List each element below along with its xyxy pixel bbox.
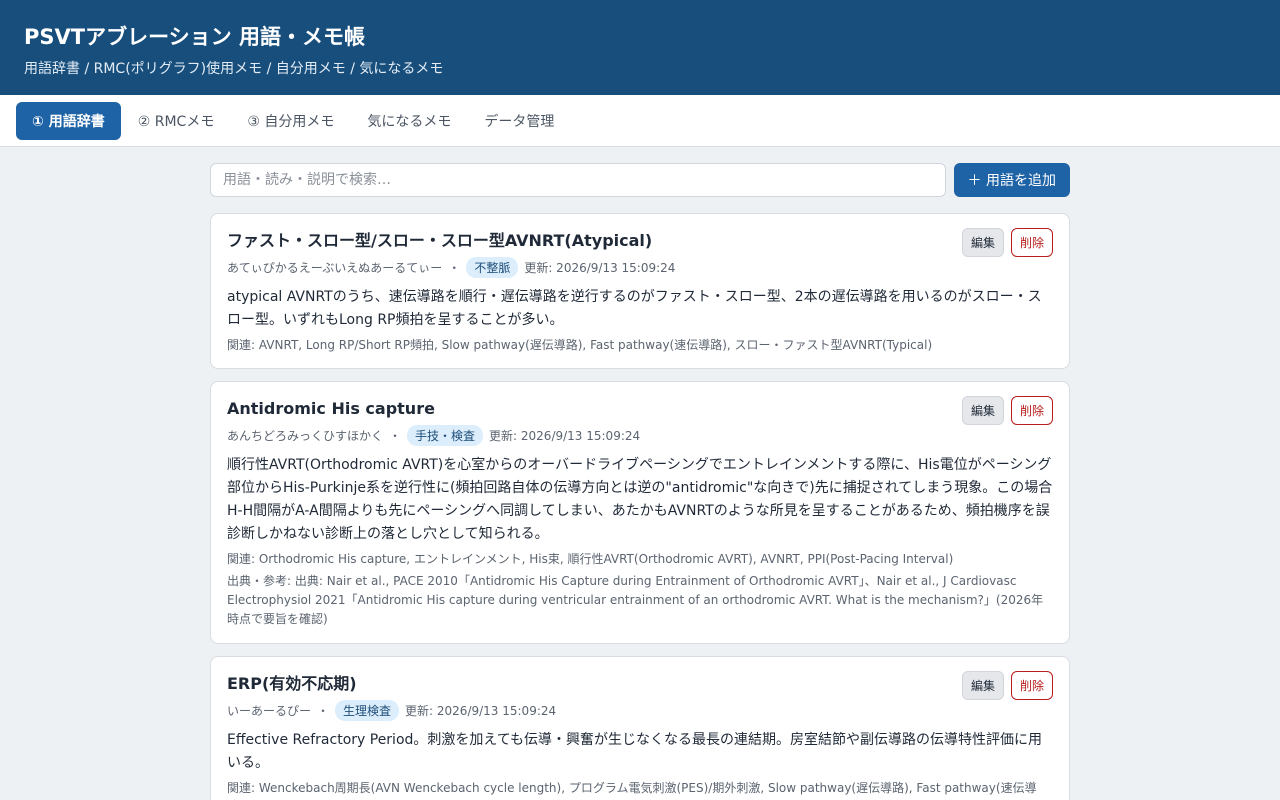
- term-reading: いーあーるぴー: [227, 703, 312, 718]
- app-title: PSVTアブレーション 用語・メモ帳: [24, 25, 365, 49]
- edit-button[interactable]: 編集: [961, 671, 1004, 700]
- term-meta: いーあーるぴー ・ 生理検査 更新: 2026/9/13 15:09:24: [227, 699, 1053, 721]
- app-subtitle: 用語辞書 / RMC(ポリグラフ)使用メモ / 自分用メモ / 気になるメモ: [24, 61, 444, 77]
- term-meta: あんちどろみっくひすほかく ・ 手技・検査 更新: 2026/9/13 15:0…: [227, 424, 1053, 446]
- term-reading: あてぃぴかるえーぶいえぬあーるてぃー: [227, 260, 443, 275]
- tab-data-management[interactable]: データ管理: [468, 102, 570, 140]
- card-actions: 編集 削除: [961, 228, 1053, 257]
- updated-timestamp: 更新: 2026/9/13 15:09:24: [524, 260, 676, 275]
- term-reading: あんちどろみっくひすほかく: [227, 428, 384, 443]
- delete-button[interactable]: 削除: [1010, 671, 1053, 700]
- meta-separator: ・: [389, 428, 402, 443]
- category-badge: 生理検査: [335, 699, 400, 721]
- main-content: ＋ 用語を追加 編集 削除 ファスト・スロー型/スロー・スロー型AVNRT(At…: [210, 163, 1070, 800]
- tab-personal-memo[interactable]: ③ 自分用メモ: [231, 102, 350, 140]
- term-source: 出典・参考: 出典: Nair et al., PACE 2010「Antidr…: [227, 574, 1044, 626]
- category-badge: 不整脈: [466, 256, 519, 278]
- term-related: 関連: Orthodromic His capture, エントレインメント, …: [227, 552, 954, 566]
- card-actions: 編集 削除: [961, 671, 1053, 700]
- term-related: 関連: Wenckebach周期長(AVN Wenckebach cycle l…: [227, 781, 1037, 800]
- tab-bar: ① 用語辞書 ② RMCメモ ③ 自分用メモ 気になるメモ データ管理: [0, 95, 1280, 147]
- term-description: 順行性AVRT(Orthodromic AVRT)を心室からのオーバードライブペ…: [227, 457, 1053, 542]
- search-row: ＋ 用語を追加: [210, 163, 1070, 197]
- app-header: PSVTアブレーション 用語・メモ帳 用語辞書 / RMC(ポリグラフ)使用メモ…: [0, 0, 1280, 95]
- term-title: ERP(有効不応期): [227, 674, 357, 693]
- search-input[interactable]: [210, 163, 946, 197]
- term-card: 編集 削除 ERP(有効不応期) いーあーるぴー ・ 生理検査 更新: 2026…: [210, 656, 1070, 800]
- delete-button[interactable]: 削除: [1010, 396, 1053, 425]
- add-term-button[interactable]: ＋ 用語を追加: [953, 163, 1070, 197]
- term-related: 関連: AVNRT, Long RP/Short RP頻拍, Slow path…: [227, 338, 933, 352]
- term-card: 編集 削除 Antidromic His capture あんちどろみっくひすほ…: [210, 381, 1070, 644]
- edit-button[interactable]: 編集: [961, 396, 1004, 425]
- delete-button[interactable]: 削除: [1010, 228, 1053, 257]
- term-title: Antidromic His capture: [227, 399, 435, 418]
- category-badge: 手技・検査: [407, 424, 484, 446]
- term-description: Effective Refractory Period。刺激を加えても伝導・興奮…: [227, 732, 1042, 771]
- term-meta: あてぃぴかるえーぶいえぬあーるてぃー ・ 不整脈 更新: 2026/9/13 1…: [227, 256, 1053, 278]
- meta-separator: ・: [448, 260, 461, 275]
- card-actions: 編集 削除: [961, 396, 1053, 425]
- meta-separator: ・: [317, 703, 330, 718]
- updated-timestamp: 更新: 2026/9/13 15:09:24: [405, 703, 557, 718]
- edit-button[interactable]: 編集: [961, 228, 1004, 257]
- term-card: 編集 削除 ファスト・スロー型/スロー・スロー型AVNRT(Atypical) …: [210, 213, 1070, 369]
- tab-term-dictionary[interactable]: ① 用語辞書: [16, 101, 121, 140]
- tab-interest-memo[interactable]: 気になるメモ: [351, 102, 467, 140]
- updated-timestamp: 更新: 2026/9/13 15:09:24: [489, 428, 641, 443]
- term-title: ファスト・スロー型/スロー・スロー型AVNRT(Atypical): [227, 231, 653, 250]
- tab-rmc-memo[interactable]: ② RMCメモ: [122, 102, 231, 140]
- term-description: atypical AVNRTのうち、速伝導路を順行・遅伝導路を逆行するのがファス…: [227, 289, 1042, 328]
